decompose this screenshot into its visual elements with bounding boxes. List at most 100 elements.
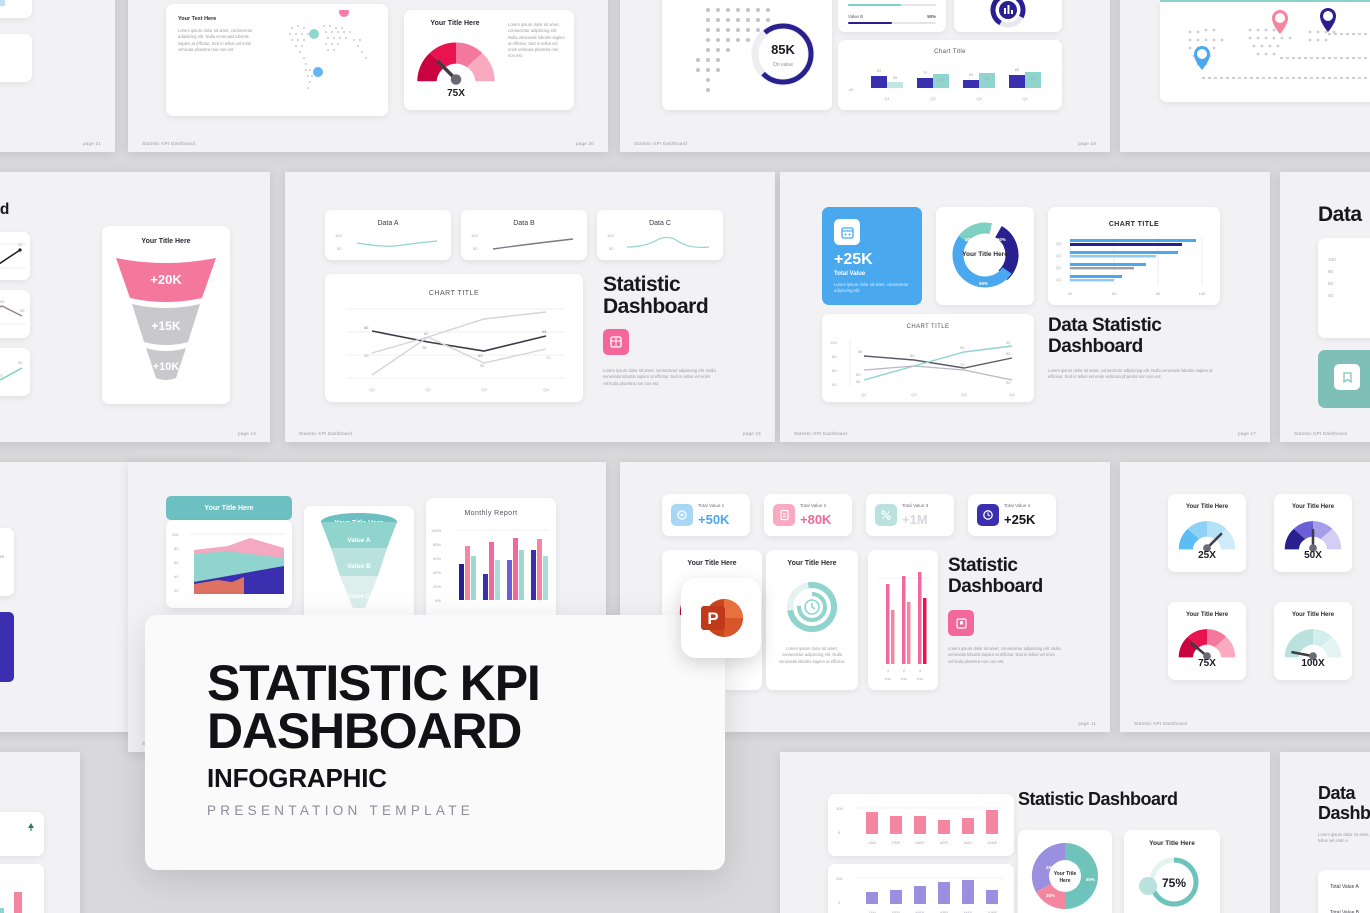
svg-text:Q2: Q2	[425, 387, 431, 392]
svg-text:95: 95	[1006, 340, 1011, 345]
value-a-label: Value A	[848, 0, 863, 1]
slide-heading-line2: Dashboard	[948, 576, 1043, 597]
slide-thumb-right-top[interactable]: Data 100 80 60 40 Statistic KPI Dashboar…	[1280, 172, 1370, 442]
kpi-value: +80K	[800, 512, 832, 527]
slide-thumb-14[interactable]: shboard 500 2035 1030 10050	[0, 172, 270, 442]
progress-track-a	[848, 4, 936, 6]
ring-value: 75%	[1162, 876, 1186, 890]
data-b-card: Data B 100 50	[461, 210, 587, 260]
month-label: MAY	[964, 840, 973, 845]
slide-body-text: Lorem ipsum dolor sit amet, consectetur …	[1048, 368, 1213, 380]
svg-text:80: 80	[364, 325, 369, 330]
svg-text:70: 70	[960, 362, 965, 367]
svg-text:55: 55	[480, 363, 485, 368]
values-table-card: Total Value A Total Value B	[1318, 870, 1370, 913]
gauge-value: 75X	[1198, 658, 1216, 669]
slide-thumb-20[interactable]: Your Text Here Lorem ipsum dolor sit ame…	[128, 0, 608, 152]
progress-track-b	[848, 22, 936, 24]
data-b-sparkline: 100 50	[471, 233, 574, 251]
svg-text:35: 35	[364, 353, 369, 358]
header-band-card: Your Title Here	[166, 496, 292, 520]
slide-thumb-21[interactable]: MAY JUNE lor sit amet, ipiscing elit. Nu…	[0, 0, 115, 152]
map-pin-blue	[1194, 46, 1210, 70]
svg-text:0%: 0%	[435, 598, 441, 603]
multi-line-chart: CHART TITLE 80 70 65 85 35 80 55 70 Q1 Q2	[346, 290, 564, 392]
data-c-card: Data C 100 50	[597, 210, 723, 260]
bar-chart-title: CHART TITLE	[1108, 221, 1160, 228]
chart-title: Chart Title	[934, 49, 966, 55]
target-icon	[671, 504, 693, 526]
slide-body-text: Lorem ipsum dolor sit amet, Nulla venena…	[1318, 832, 1370, 844]
footer-brand: Statistic KPI Dashboard	[634, 141, 688, 146]
line-mini-card-2: 10050 7580 9585	[0, 290, 30, 338]
powerpoint-icon: P	[701, 599, 743, 637]
footer-brand: Statistic KPI Dashboard	[794, 431, 848, 436]
svg-text:Q4: Q4	[1009, 392, 1015, 397]
line-chart-card-2: CHART TITLE 100 80 60 40 88 80 70 85 56 65 90…	[822, 314, 1034, 402]
svg-text:80: 80	[174, 546, 179, 551]
svg-text:88: 88	[858, 349, 863, 354]
body-text: Lorem ipsum dolor sit amet, consectetur …	[178, 28, 253, 52]
slide-thumb-19[interactable]: 85K On value Value A 60% Value B	[620, 0, 1110, 152]
slide-thumb-bottom-right[interactable]: 100 0 JAN FEB MAR APR MAY JUNE 100 0 JAN…	[780, 752, 1270, 913]
svg-text:50: 50	[609, 246, 614, 251]
slide-thumb-far-bottom-right[interactable]: Data Dashb Lorem ipsum dolor sit amet, N…	[1280, 752, 1370, 913]
bar-label: 2	[903, 668, 906, 673]
grid-icon	[603, 329, 629, 355]
slide-thumb-17[interactable]: +25K Total Value Lorem ipsum dolor sit a…	[780, 172, 1270, 442]
kpi-mini-card: Total Value 2 +1M	[0, 812, 44, 856]
donut-title: Your Title Here	[962, 251, 1008, 258]
slide-heading-line2: Dashboard	[1048, 336, 1143, 357]
kpi-label: Total Value 3	[902, 503, 929, 508]
line-chart-card: CHART TITLE 80 70 65 85 35 80 55 70 Q1 Q2	[325, 274, 583, 402]
svg-text:85: 85	[1015, 67, 1020, 72]
slide-thumb-gauges[interactable]: Your Title Here 25X Your Title Here 50X …	[1120, 462, 1370, 732]
multi-line-chart-2: 10080 6040 8880 7085 5665 9095 50 Q1 Q2 …	[830, 340, 1015, 397]
line-mini-chart-1: 500 2035 1030	[0, 242, 26, 269]
svg-text:65: 65	[856, 372, 861, 377]
gauge-card-1: Your Title Here 25X	[1168, 494, 1246, 572]
svg-text:100: 100	[471, 233, 478, 238]
svg-text:50: 50	[1006, 380, 1011, 385]
bar-sublabel: mo	[917, 676, 923, 681]
kpi-body: Lorem ipsum dolor sit amet, consectetur …	[0, 653, 5, 666]
ring-percent-card: Your Title Here 75%	[1124, 830, 1220, 913]
tick-50: 50	[337, 246, 342, 251]
data-a-sparkline: 100 50	[335, 233, 438, 251]
svg-text:65: 65	[478, 353, 483, 358]
tick-label: 40	[1328, 292, 1334, 298]
table-row: Total Value A	[1330, 884, 1359, 890]
donut-label-2: 30%	[997, 237, 1006, 242]
powerpoint-icon-card[interactable]: P	[681, 578, 761, 658]
svg-text:70: 70	[546, 355, 551, 360]
horizontal-bar-chart: Q4 Q3 Q2 Q1 40 60 80 100	[1056, 237, 1206, 296]
hero-title-line2: DASHBOARD	[207, 703, 522, 759]
page-number: page 17	[1237, 431, 1256, 436]
kpi-card-4: Total Value 4 +25K	[968, 494, 1056, 536]
svg-text:95: 95	[1031, 76, 1036, 81]
monthly-bars-purple-card: 100 0 JAN FEB MAR APR MAY JUNE	[828, 864, 1014, 913]
svg-text:90: 90	[985, 76, 990, 81]
svg-text:60: 60	[174, 560, 179, 565]
chart-card-bars: 1 2 3 mo mo mo	[868, 550, 938, 690]
dotted-world-map	[289, 10, 367, 89]
mini-card-title: Data B	[513, 220, 535, 227]
ring-clock-chart	[787, 582, 837, 632]
svg-text:100: 100	[830, 340, 837, 345]
tick-100: 100	[335, 233, 342, 238]
value-a-pct: 60%	[927, 0, 936, 1]
map-card: Your Text Here Lorem ipsum dolor sit ame…	[166, 4, 388, 116]
slide-heading-line2: Dashboard	[603, 295, 709, 318]
slide-thumb-18[interactable]: 10 5 3	[1120, 0, 1370, 152]
slide-thumb-10[interactable]: ard Total Value 2 +1M	[0, 752, 80, 913]
gauge-chart-4	[1284, 629, 1342, 660]
footer-brand: Statistic KPI Dashboard	[1134, 721, 1188, 726]
bar-mini-card: MAY JUNE	[0, 0, 32, 18]
bar-sublabel: mo	[901, 676, 907, 681]
monthly-bar-chart: 100% 80% 60% 40% 20% 0%	[431, 528, 549, 603]
gauge-card-2: Your Title Here 50X	[1274, 494, 1352, 572]
donut-center-2: Here	[1059, 878, 1070, 884]
slide-thumb-15[interactable]: Data A 100 50 Data B 100 50 Data C 100 50	[285, 172, 775, 442]
svg-text:80%: 80%	[433, 542, 441, 547]
donut-label-3: 25%	[1046, 893, 1055, 898]
